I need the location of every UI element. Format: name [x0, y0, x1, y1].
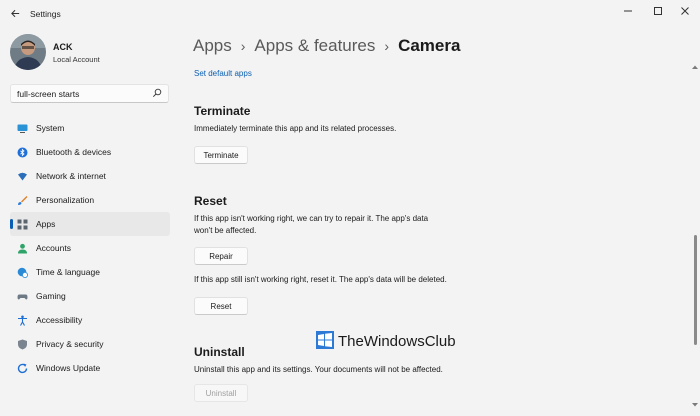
back-button[interactable] [6, 4, 24, 22]
avatar[interactable] [10, 34, 46, 70]
page-title: Camera [398, 36, 461, 55]
breadcrumb-separator: › [384, 38, 390, 54]
sidebar-item-label: Accessibility [36, 315, 83, 325]
minimize-button[interactable] [613, 4, 643, 18]
uninstall-description: Uninstall this app and its settings. You… [194, 365, 443, 374]
sidebar-item-label: Windows Update [36, 363, 101, 373]
breadcrumb: Apps › Apps & features › Camera [193, 36, 460, 56]
globe-clock-icon [17, 267, 28, 278]
sidebar-item-label: Apps [36, 219, 56, 229]
scroll-up-icon[interactable] [691, 64, 699, 70]
scroll-down-icon[interactable] [691, 402, 699, 408]
sidebar-item-system[interactable]: System [10, 116, 170, 140]
set-default-apps-link[interactable]: Set default apps [194, 69, 252, 78]
watermark-logo-icon [316, 331, 334, 349]
breadcrumb-separator: › [240, 38, 246, 54]
profile-account-type: Local Account [53, 55, 100, 64]
minimize-icon [624, 10, 632, 12]
sidebar-item-privacy-security[interactable]: Privacy & security [10, 332, 170, 356]
terminate-heading: Terminate [194, 104, 251, 118]
back-arrow-icon [10, 9, 19, 17]
uninstall-heading: Uninstall [194, 345, 245, 359]
person-icon [17, 243, 28, 254]
sidebar-item-accessibility[interactable]: Accessibility [10, 308, 170, 332]
apps-icon [17, 219, 28, 230]
reset-description: If this app still isn't working right, r… [194, 275, 447, 284]
repair-description-line2: won't be affected. [194, 226, 257, 235]
sidebar-item-windows-update[interactable]: Windows Update [10, 356, 170, 380]
sidebar-item-personalization[interactable]: Personalization [10, 188, 170, 212]
sidebar-item-label: Accounts [36, 243, 71, 253]
accessibility-icon [17, 315, 28, 326]
terminate-button[interactable]: Terminate [194, 146, 248, 164]
sidebar-item-bluetooth[interactable]: Bluetooth & devices [10, 140, 170, 164]
wifi-icon [17, 171, 28, 182]
bluetooth-icon [17, 147, 28, 158]
user-photo-icon [10, 34, 46, 70]
title-bar: Settings [0, 0, 700, 28]
uninstall-button: Uninstall [194, 384, 248, 402]
update-icon [17, 363, 28, 374]
sidebar-item-time-language[interactable]: Time & language [10, 260, 170, 284]
repair-description-line1: If this app isn't working right, we can … [194, 214, 429, 223]
sidebar-item-network[interactable]: Network & internet [10, 164, 170, 188]
sidebar-item-label: Bluetooth & devices [36, 147, 112, 157]
breadcrumb-apps-features[interactable]: Apps & features [254, 36, 375, 55]
sidebar-item-label: System [36, 123, 65, 133]
breadcrumb-apps[interactable]: Apps [193, 36, 232, 55]
sidebar-item-apps[interactable]: Apps [10, 212, 170, 236]
sidebar-item-gaming[interactable]: Gaming [10, 284, 170, 308]
sidebar-item-label: Privacy & security [36, 339, 104, 349]
watermark-text: TheWindowsClub [338, 333, 456, 350]
profile-name: ACK [53, 42, 73, 52]
search-icon[interactable] [152, 88, 162, 98]
sidebar-nav: System Bluetooth & devices Network & int… [10, 116, 170, 380]
monitor-icon [17, 123, 28, 134]
sidebar-item-label: Network & internet [36, 171, 106, 181]
maximize-button[interactable] [643, 4, 673, 18]
reset-heading: Reset [194, 194, 227, 208]
search-input[interactable] [17, 89, 147, 99]
sidebar-item-label: Gaming [36, 291, 66, 301]
shield-icon [17, 339, 28, 350]
brush-icon [17, 195, 28, 206]
repair-button[interactable]: Repair [194, 247, 248, 265]
search-box[interactable] [10, 84, 169, 103]
gamepad-icon [17, 291, 28, 302]
sidebar-item-accounts[interactable]: Accounts [10, 236, 170, 260]
terminate-description: Immediately terminate this app and its r… [194, 124, 397, 133]
maximize-icon [654, 7, 662, 15]
sidebar-item-label: Personalization [36, 195, 95, 205]
close-icon [681, 7, 689, 15]
sidebar-item-label: Time & language [36, 267, 100, 277]
close-button[interactable] [670, 4, 700, 18]
reset-button[interactable]: Reset [194, 297, 248, 315]
window-title: Settings [30, 9, 61, 19]
scrollbar-thumb[interactable] [694, 235, 697, 345]
